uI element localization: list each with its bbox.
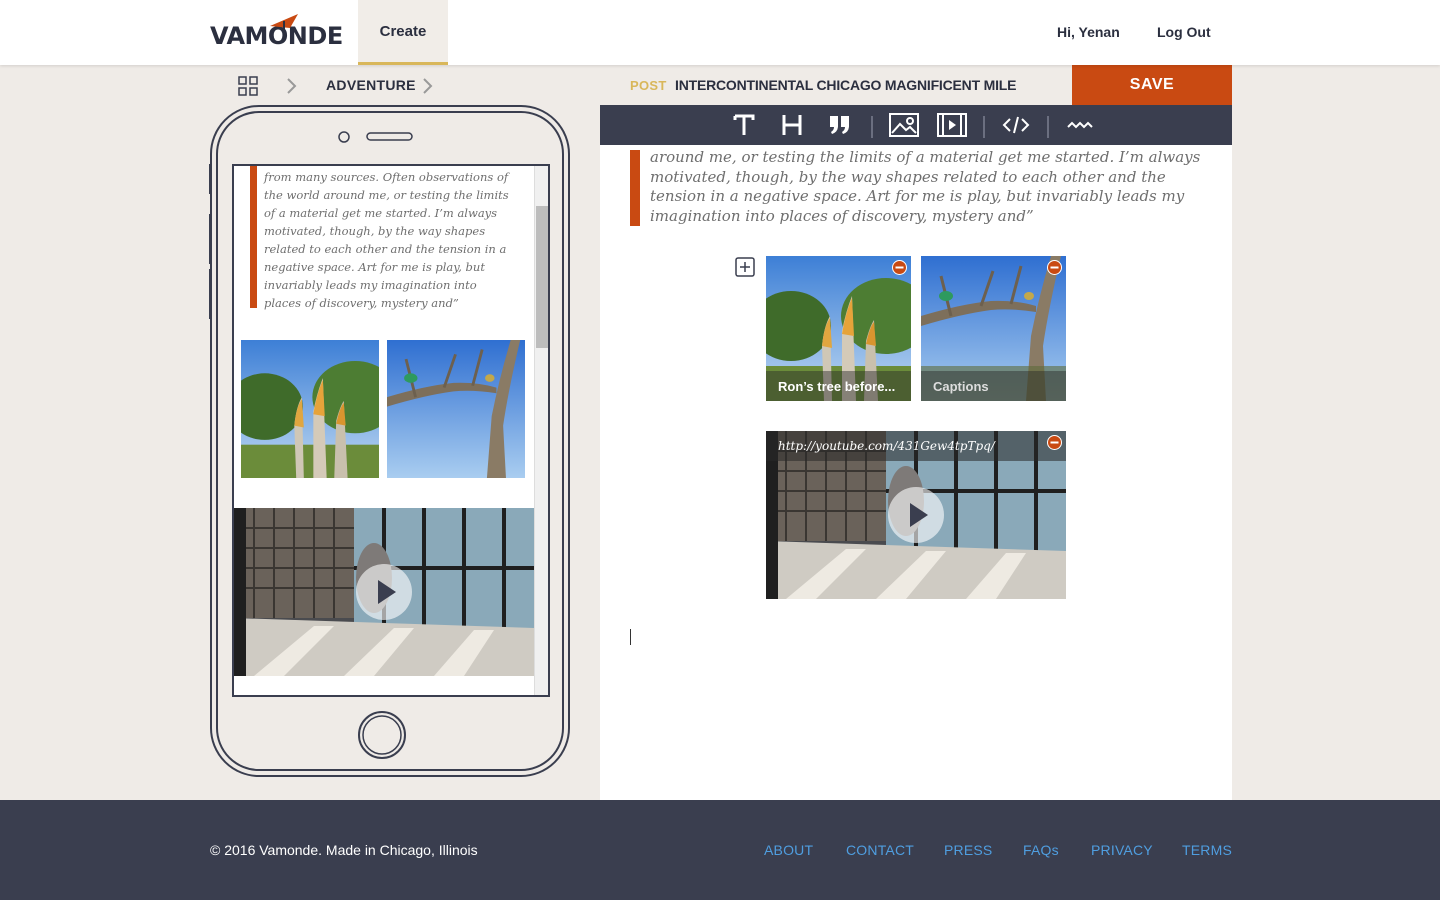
video-url[interactable]: http://youtube.com/431Gew4tpTpq/ bbox=[766, 431, 1066, 461]
scrollbar-thumb[interactable] bbox=[536, 206, 548, 348]
preview-video bbox=[234, 508, 534, 676]
add-icon[interactable] bbox=[735, 257, 755, 277]
site-footer: © 2016 Vamonde. Made in Chicago, Illinoi… bbox=[0, 800, 1440, 900]
post-type-label: POST bbox=[630, 78, 667, 93]
user-greeting[interactable]: Hi, Yenan bbox=[1057, 24, 1120, 40]
video-icon[interactable] bbox=[937, 113, 967, 137]
toolbar-separator bbox=[871, 116, 873, 138]
quote-icon[interactable] bbox=[828, 113, 852, 137]
toolbar-separator bbox=[1047, 116, 1049, 138]
play-icon[interactable] bbox=[888, 487, 944, 543]
preview-image bbox=[387, 340, 525, 478]
preview-scrollbar[interactable] bbox=[534, 166, 548, 695]
post-title[interactable]: INTERCONTINENTAL CHICAGO MAGNIFICENT MIL… bbox=[675, 77, 1016, 93]
vamonde-logo[interactable]: VAMONDE bbox=[210, 12, 343, 52]
image-caption[interactable]: Captions bbox=[921, 371, 1066, 401]
logout-link[interactable]: Log Out bbox=[1157, 24, 1211, 40]
divider-icon[interactable] bbox=[1066, 113, 1094, 137]
image-tile[interactable]: Ron’s tree before... bbox=[766, 256, 911, 401]
logo-umbrella-icon bbox=[270, 14, 298, 34]
copyright-text: © 2016 Vamonde. Made in Chicago, Illinoi… bbox=[210, 842, 478, 858]
chevron-right-icon bbox=[287, 78, 297, 94]
tree-photo bbox=[241, 340, 379, 478]
heading-icon[interactable] bbox=[780, 113, 804, 137]
editor-toolbar bbox=[600, 105, 1232, 145]
chevron-right-icon bbox=[423, 78, 433, 94]
footer-link-faqs[interactable]: FAQs bbox=[1023, 842, 1059, 858]
footer-link-press[interactable]: PRESS bbox=[944, 842, 992, 858]
quote-accent-bar bbox=[630, 150, 640, 226]
video-embed[interactable]: http://youtube.com/431Gew4tpTpq/ bbox=[766, 431, 1066, 599]
remove-icon[interactable] bbox=[1047, 435, 1062, 450]
text-cursor bbox=[630, 629, 631, 645]
preview-quote: from many sources. Often observations of… bbox=[264, 170, 509, 310]
grid-icon[interactable] bbox=[238, 76, 258, 96]
footer-link-about[interactable]: ABOUT bbox=[764, 842, 813, 858]
tab-create[interactable]: Create bbox=[358, 0, 448, 65]
image-icon[interactable] bbox=[889, 113, 919, 137]
phone-preview-screen: from many sources. Often observations of… bbox=[232, 164, 550, 697]
remove-icon[interactable] bbox=[892, 260, 907, 275]
quote-block[interactable]: around me, or testing the limits of a ma… bbox=[650, 148, 1210, 226]
image-caption[interactable]: Ron’s tree before... bbox=[766, 371, 911, 401]
top-header: VAMONDE Create Hi, Yenan Log Out bbox=[0, 0, 1440, 65]
footer-link-privacy[interactable]: PRIVACY bbox=[1091, 842, 1153, 858]
image-tile[interactable]: Captions bbox=[921, 256, 1066, 401]
video-thumbnail bbox=[234, 508, 534, 676]
text-icon[interactable] bbox=[732, 113, 756, 137]
footer-link-contact[interactable]: CONTACT bbox=[846, 842, 914, 858]
branch-photo bbox=[387, 340, 525, 478]
breadcrumb-category[interactable]: ADVENTURE bbox=[326, 77, 416, 93]
remove-icon[interactable] bbox=[1047, 260, 1062, 275]
save-button[interactable]: SAVE bbox=[1072, 65, 1232, 105]
quote-accent-bar bbox=[250, 166, 257, 308]
toolbar-separator bbox=[983, 116, 985, 138]
post-editor[interactable]: around me, or testing the limits of a ma… bbox=[600, 145, 1232, 800]
code-icon[interactable] bbox=[1001, 113, 1031, 137]
footer-link-terms[interactable]: TERMS bbox=[1182, 842, 1232, 858]
preview-image bbox=[241, 340, 379, 478]
